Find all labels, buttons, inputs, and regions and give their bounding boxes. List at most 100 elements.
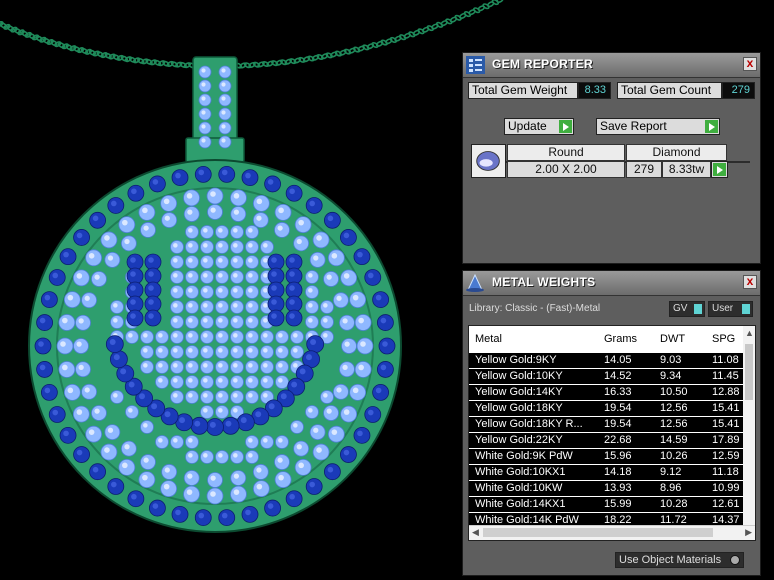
- column-header[interactable]: DWT: [660, 333, 685, 345]
- metal-weights-table[interactable]: Metal Grams DWT SPG Yellow Gold:9KY 14.05…: [468, 325, 756, 541]
- table-row[interactable]: White Gold:10KX1 14.18 9.12 11.18: [469, 465, 745, 480]
- table-row[interactable]: Yellow Gold:18KY R... 19.54 12.56 15.41: [469, 417, 745, 432]
- table-row[interactable]: Yellow Gold:9KY 14.05 9.03 11.08: [469, 353, 745, 368]
- use-object-materials-toggle[interactable]: Use Object Materials: [615, 552, 744, 568]
- gem-highlight: [218, 333, 223, 338]
- table-row[interactable]: White Gold:9K PdW 15.96 10.26 12.59: [469, 449, 745, 464]
- gem-highlight: [233, 228, 238, 233]
- gem: [245, 390, 259, 404]
- table-row[interactable]: Yellow Gold:10KY 14.52 9.34 11.45: [469, 369, 745, 384]
- gem-highlight: [309, 481, 315, 488]
- gem: [200, 390, 214, 404]
- table-cell: 10.50: [660, 386, 688, 398]
- table-row[interactable]: Yellow Gold:14KY 16.33 10.50 12.88: [469, 385, 745, 400]
- save-report-button[interactable]: Save Report: [596, 118, 720, 135]
- gem-highlight: [39, 364, 46, 371]
- gem: [110, 300, 124, 314]
- gem-highlight: [248, 348, 253, 353]
- column-header[interactable]: Metal: [475, 333, 502, 345]
- vertical-scrollbar[interactable]: ▲: [743, 326, 755, 528]
- table-cell: 15.96: [604, 450, 632, 462]
- gem-highlight: [271, 299, 277, 305]
- gem-highlight: [367, 272, 374, 279]
- gem: [215, 240, 229, 254]
- gem-highlight: [78, 364, 84, 371]
- gem-highlight: [293, 423, 298, 428]
- gem: [138, 203, 156, 221]
- scroll-left-icon[interactable]: ◀: [472, 527, 479, 538]
- gem-highlight: [188, 273, 193, 278]
- gem: [218, 79, 232, 93]
- gem-detail-button[interactable]: [711, 161, 728, 178]
- gem: [91, 271, 107, 287]
- gem: [185, 435, 199, 449]
- gem: [198, 93, 212, 107]
- gem: [63, 383, 81, 401]
- gem-highlight: [203, 318, 208, 323]
- scroll-up-icon[interactable]: ▲: [745, 328, 754, 338]
- scroll-right-icon[interactable]: ▶: [745, 527, 752, 538]
- gem: [230, 470, 247, 486]
- gem: [110, 315, 124, 329]
- table-row[interactable]: Yellow Gold:18KY 19.54 12.56 15.41: [469, 401, 745, 416]
- column-header[interactable]: Grams: [604, 333, 637, 345]
- gv-toggle[interactable]: GV: [669, 301, 705, 317]
- gem-highlight: [88, 429, 95, 435]
- gem-highlight: [278, 363, 283, 368]
- gem: [252, 194, 270, 212]
- gem-highlight: [248, 258, 253, 263]
- table-row[interactable]: Yellow Gold:22KY 22.68 14.59 17.89: [469, 433, 745, 448]
- gem-size: 2.00 X 2.00: [507, 161, 625, 178]
- gem: [190, 416, 209, 435]
- gem: [285, 309, 303, 327]
- gem: [274, 454, 290, 470]
- gem: [81, 383, 97, 400]
- metal-weights-titlebar[interactable]: METAL WEIGHTS x: [463, 271, 760, 296]
- gem-highlight: [187, 473, 193, 479]
- close-icon[interactable]: x: [743, 57, 757, 71]
- gem-highlight: [203, 378, 208, 383]
- gem-highlight: [233, 363, 238, 368]
- gem: [215, 225, 229, 239]
- gem-highlight: [203, 258, 208, 263]
- gem: [230, 485, 247, 503]
- gem-highlight: [293, 348, 298, 353]
- gem: [245, 360, 259, 374]
- table-row[interactable]: White Gold:14KX1 15.99 10.28 12.61: [469, 497, 745, 512]
- gem-highlight: [218, 393, 223, 398]
- gem-reporter-titlebar[interactable]: GEM REPORTER x: [463, 53, 760, 78]
- gem-highlight: [142, 474, 148, 481]
- gem-highlight: [331, 429, 338, 435]
- gem: [245, 270, 259, 284]
- gem: [110, 350, 128, 369]
- table-row[interactable]: White Gold:10KW 13.93 8.96 10.99: [469, 481, 745, 496]
- gem: [185, 240, 199, 254]
- table-cell: 19.54: [604, 418, 632, 430]
- total-gem-weight-label: Total Gem Weight: [468, 82, 578, 99]
- close-icon[interactable]: x: [743, 275, 757, 289]
- update-button[interactable]: Update: [504, 118, 574, 135]
- scroll-thumb[interactable]: [745, 344, 753, 400]
- gem: [230, 345, 244, 359]
- gem-highlight: [221, 138, 226, 143]
- scroll-thumb[interactable]: [483, 528, 713, 537]
- gem-highlight: [158, 333, 163, 338]
- gem: [245, 300, 259, 314]
- horizontal-scrollbar[interactable]: ◀ ▶: [469, 525, 755, 540]
- gem: [127, 184, 145, 202]
- gem: [183, 189, 200, 207]
- column-header[interactable]: SPG: [712, 333, 735, 345]
- gem-highlight: [186, 193, 193, 199]
- gem: [120, 235, 137, 252]
- gem: [364, 269, 382, 286]
- gem: [36, 361, 54, 378]
- gem: [245, 315, 259, 329]
- gem-highlight: [107, 427, 114, 433]
- gem-highlight: [360, 341, 366, 347]
- gem: [85, 249, 103, 267]
- necklace-chain: [0, 0, 504, 70]
- gem-row[interactable]: Round 2.00 X 2.00 Diamond 279 8.33tw: [471, 144, 728, 180]
- gem-reporter-icon: [466, 56, 485, 74]
- user-toggle[interactable]: User: [708, 301, 753, 317]
- play-icon: [713, 163, 726, 176]
